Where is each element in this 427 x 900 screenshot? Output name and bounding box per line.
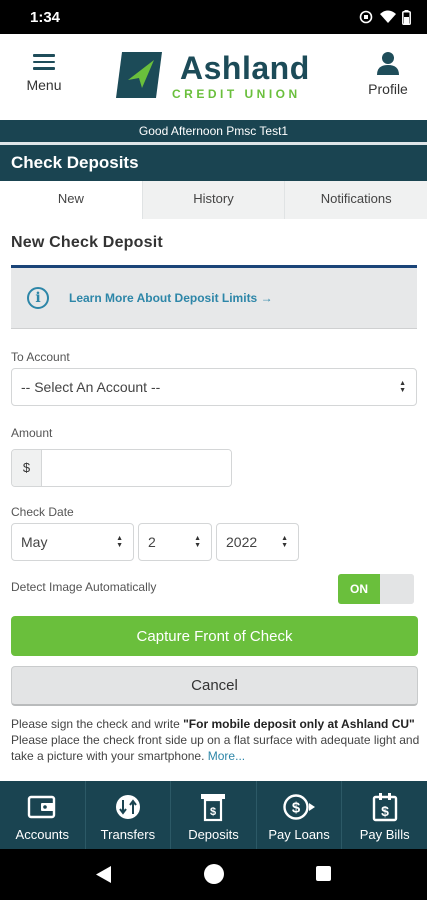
nav-pay-loans-label: Pay Loans xyxy=(268,827,330,842)
logo-name: Ashland xyxy=(180,50,310,86)
instructions-sign: Please sign the check and write "For mob… xyxy=(11,717,415,731)
select-arrows-icon: ▲ ▼ xyxy=(281,535,288,549)
cancel-button[interactable]: Cancel xyxy=(11,666,418,706)
app-header: Menu Ashland CREDIT UNION Profile xyxy=(0,34,427,120)
wallet-icon xyxy=(28,795,56,819)
tab-notifications[interactable]: Notifications xyxy=(284,181,427,219)
detect-image-label: Detect Image Automatically xyxy=(11,580,157,594)
amount-prefix: $ xyxy=(12,450,42,486)
nav-pay-loans[interactable]: $ Pay Loans xyxy=(255,781,342,849)
instructions-photo: Please place the check front side up on … xyxy=(11,733,420,763)
deposit-limits-link[interactable]: Learn More About Deposit Limits → xyxy=(69,291,273,305)
form-heading: New Check Deposit xyxy=(11,234,163,251)
amount-group: $ xyxy=(11,449,232,487)
bottom-nav: Accounts Transfers $ Deposits $ Pay Loan… xyxy=(0,781,427,849)
profile-icon xyxy=(377,52,399,75)
svg-text:$: $ xyxy=(381,803,389,819)
info-icon: i xyxy=(27,287,49,309)
rotation-lock-icon xyxy=(359,10,373,24)
pay-loans-icon: $ xyxy=(283,794,316,820)
menu-button[interactable]: Menu xyxy=(18,54,70,93)
nav-pay-bills[interactable]: $ Pay Bills xyxy=(341,781,427,849)
check-date-label: Check Date xyxy=(11,505,74,519)
status-icons xyxy=(358,9,411,25)
month-value: May xyxy=(21,534,48,550)
more-link[interactable]: More... xyxy=(208,749,245,763)
status-bar: 1:34 xyxy=(0,0,427,34)
year-value: 2022 xyxy=(226,534,258,550)
logo-mark-icon xyxy=(116,52,162,98)
ashland-logo: Ashland CREDIT UNION xyxy=(114,50,324,106)
day-value: 2 xyxy=(148,534,156,550)
nav-accounts-label: Accounts xyxy=(15,827,70,842)
amount-label: Amount xyxy=(11,426,53,440)
menu-label: Menu xyxy=(26,77,62,93)
wifi-icon xyxy=(380,10,396,23)
to-account-select[interactable]: -- Select An Account -- ▲ ▼ xyxy=(11,368,417,406)
toggle-on-label: ON xyxy=(338,574,380,604)
day-select[interactable]: 2 ▲ ▼ xyxy=(138,523,212,561)
to-account-label: To Account xyxy=(11,350,70,364)
profile-label: Profile xyxy=(368,81,408,97)
select-arrows-icon: ▲ ▼ xyxy=(116,535,123,549)
instructions: Please sign the check and write "For mob… xyxy=(11,716,421,764)
recent-apps-icon[interactable] xyxy=(316,866,331,881)
greeting-bar: Good Afternoon Pmsc Test1 xyxy=(0,120,427,145)
nav-deposits[interactable]: $ Deposits xyxy=(170,781,256,849)
detect-image-toggle[interactable]: ON xyxy=(338,574,414,604)
status-time: 1:34 xyxy=(30,8,61,26)
nav-transfers[interactable]: Transfers xyxy=(84,781,171,849)
tab-history[interactable]: History xyxy=(141,181,285,219)
nav-transfers-label: Transfers xyxy=(100,827,156,842)
android-nav-bar xyxy=(0,849,427,900)
profile-button[interactable]: Profile xyxy=(363,50,413,97)
svg-text:$: $ xyxy=(292,800,301,817)
deposit-limits-info: i Learn More About Deposit Limits → xyxy=(11,265,417,329)
battery-icon xyxy=(402,9,411,25)
logo-subtitle: CREDIT UNION xyxy=(172,87,301,101)
amount-input[interactable] xyxy=(42,450,231,486)
transfer-icon xyxy=(115,795,140,819)
pay-bills-icon: $ xyxy=(372,793,397,822)
deposit-icon: $ xyxy=(201,794,226,822)
select-arrows-icon: ▲ ▼ xyxy=(399,380,406,394)
home-icon[interactable] xyxy=(204,864,224,884)
nav-deposits-label: Deposits xyxy=(188,827,239,842)
toggle-knob xyxy=(380,574,414,604)
hamburger-icon xyxy=(33,54,55,70)
to-account-value: -- Select An Account -- xyxy=(21,379,161,395)
nav-accounts[interactable]: Accounts xyxy=(0,781,85,849)
back-icon[interactable] xyxy=(96,866,112,883)
tab-new[interactable]: New xyxy=(0,181,142,219)
year-select[interactable]: 2022 ▲ ▼ xyxy=(216,523,299,561)
svg-text:$: $ xyxy=(210,806,216,818)
capture-front-button[interactable]: Capture Front of Check xyxy=(11,616,418,656)
section-title: Check Deposits xyxy=(0,145,427,181)
tabs: New History Notifications xyxy=(0,181,427,219)
select-arrows-icon: ▲ ▼ xyxy=(194,535,201,549)
nav-pay-bills-label: Pay Bills xyxy=(359,827,410,842)
month-select[interactable]: May ▲ ▼ xyxy=(11,523,134,561)
